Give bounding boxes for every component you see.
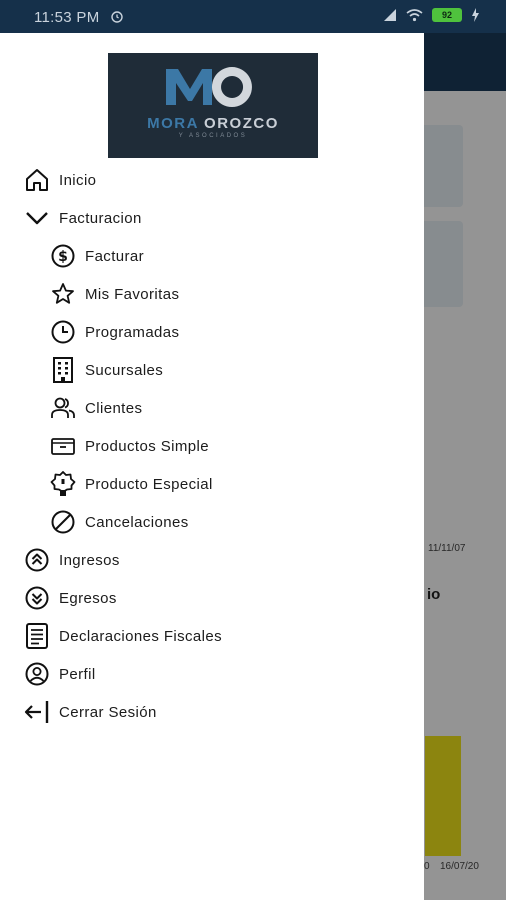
- menu-item-label: Clientes: [85, 399, 143, 417]
- menu-item-label: Perfil: [59, 665, 96, 683]
- logo-word-2: OROZCO: [204, 115, 279, 132]
- status-icons: 92: [383, 8, 480, 22]
- home-icon: [24, 167, 50, 193]
- users-icon: [50, 395, 76, 421]
- profile-icon: [24, 661, 50, 687]
- menu-item-cerrar-sesion[interactable]: Cerrar Sesión: [24, 693, 157, 731]
- menu-item-label: Declaraciones Fiscales: [59, 627, 223, 645]
- logo-subtitle: Y ASOCIADOS: [178, 133, 248, 139]
- menu-item-label: Cancelaciones: [85, 513, 189, 531]
- wifi-icon: [406, 9, 423, 22]
- building-icon: [50, 357, 76, 383]
- menu-item-label: Egresos: [59, 589, 117, 607]
- menu-item-label: Cerrar Sesión: [59, 703, 157, 721]
- menu-item-cancelaciones[interactable]: Cancelaciones: [50, 503, 189, 541]
- menu-item-label: Productos Simple: [85, 437, 209, 455]
- navigation-drawer: MORA OROZCO Y ASOCIADOS Inicio Facturaci…: [0, 33, 424, 900]
- menu-item-producto-especial[interactable]: Producto Especial: [50, 465, 213, 503]
- logout-icon: [24, 699, 50, 725]
- alarm-icon: [111, 11, 123, 23]
- arrows-down-circle-icon: [24, 585, 50, 611]
- signal-icon: [384, 9, 396, 21]
- badge-icon: [50, 471, 76, 497]
- menu-item-ingresos[interactable]: Ingresos: [24, 541, 120, 579]
- document-icon: [24, 623, 50, 649]
- menu-item-facturacion[interactable]: Facturacion: [24, 199, 142, 237]
- status-time: 11:53 PM: [34, 9, 100, 26]
- menu-item-label: Programadas: [85, 323, 180, 341]
- star-icon: [50, 281, 76, 307]
- menu-item-label: Ingresos: [59, 551, 120, 569]
- menu-item-perfil[interactable]: Perfil: [24, 655, 96, 693]
- menu-item-facturar[interactable]: $ Facturar: [50, 237, 144, 275]
- menu-item-mis-favoritas[interactable]: Mis Favoritas: [50, 275, 179, 313]
- dollar-circle-icon: $: [50, 243, 76, 269]
- menu-item-label: Inicio: [59, 171, 97, 189]
- chevron-down-icon: [24, 205, 50, 231]
- battery-indicator: 92: [432, 8, 462, 22]
- logo-word-1: MORA: [147, 115, 199, 132]
- menu-item-label: Facturar: [85, 247, 145, 265]
- menu-item-label: Mis Favoritas: [85, 285, 180, 303]
- menu-item-label: Facturacion: [59, 209, 142, 227]
- company-logo: MORA OROZCO Y ASOCIADOS: [108, 53, 318, 158]
- menu-item-sucursales[interactable]: Sucursales: [50, 351, 163, 389]
- arrows-up-circle-icon: [24, 547, 50, 573]
- charging-icon: [472, 8, 479, 22]
- clock-icon: [50, 319, 76, 345]
- cancel-icon: [50, 509, 76, 535]
- menu-item-label: Sucursales: [85, 361, 164, 379]
- menu-item-declaraciones-fiscales[interactable]: Declaraciones Fiscales: [24, 617, 222, 655]
- status-bar: 11:53 PM 92: [0, 0, 506, 33]
- menu-item-programadas[interactable]: Programadas: [50, 313, 179, 351]
- svg-text:$: $: [58, 249, 68, 265]
- menu-item-label: Producto Especial: [85, 475, 213, 493]
- menu-item-inicio[interactable]: Inicio: [24, 161, 96, 199]
- menu-item-productos-simple[interactable]: Productos Simple: [50, 427, 209, 465]
- menu-item-clientes[interactable]: Clientes: [50, 389, 142, 427]
- box-icon: [50, 433, 76, 459]
- logo-wordmark: MORA OROZCO: [108, 115, 318, 132]
- menu-item-egresos[interactable]: Egresos: [24, 579, 117, 617]
